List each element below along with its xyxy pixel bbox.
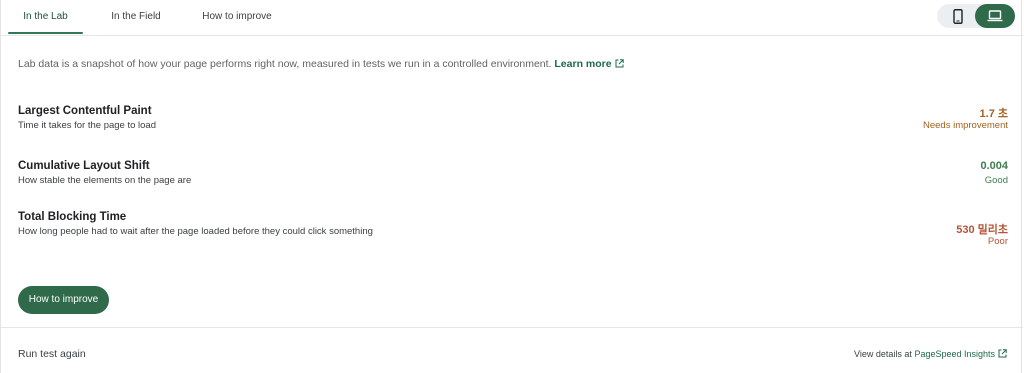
view-details-prefix: View details at	[854, 349, 912, 359]
metric-tbt: Total Blocking Time How long people had …	[18, 211, 1008, 247]
tab-bar: In the Lab In the Field How to improve	[1, 0, 1023, 36]
how-to-improve-button[interactable]: How to improve	[18, 286, 109, 314]
mobile-view-button[interactable]	[939, 4, 977, 28]
metric-title: Cumulative Layout Shift	[18, 160, 150, 172]
metric-description: Time it takes for the page to load	[18, 120, 157, 131]
desktop-view-button[interactable]	[975, 4, 1015, 28]
intro-text: Lab data is a snapshot of how your page …	[18, 58, 552, 70]
smartphone-icon	[953, 8, 963, 24]
external-link-icon	[998, 349, 1007, 358]
metric-title: Largest Contentful Paint	[18, 105, 152, 117]
pagespeed-insights-label: PageSpeed Insights	[914, 349, 995, 359]
active-tab-indicator	[8, 32, 83, 34]
metric-description: How long people had to wait after the pa…	[18, 226, 373, 237]
view-details: View details at PageSpeed Insights	[854, 349, 1007, 359]
metric-cls: Cumulative Layout Shift How stable the e…	[18, 160, 1008, 196]
metric-value: 1.7 초	[979, 108, 1008, 120]
metric-description: How stable the elements on the page are	[18, 175, 192, 186]
metric-lcp: Largest Contentful Paint Time it takes f…	[18, 105, 1008, 141]
pagespeed-insights-link[interactable]: PageSpeed Insights	[914, 349, 1007, 359]
metric-title: Total Blocking Time	[18, 211, 127, 223]
metric-value: 530 밀리초	[956, 224, 1008, 236]
tab-in-the-field[interactable]: In the Field	[97, 0, 175, 36]
lab-data-intro: Lab data is a snapshot of how your page …	[18, 58, 624, 70]
card-footer: Run test again View details at PageSpeed…	[1, 327, 1023, 373]
laptop-icon	[987, 10, 1003, 22]
metric-value: 0.004	[980, 160, 1008, 172]
external-link-icon	[615, 59, 624, 68]
metric-status: Poor	[987, 236, 1008, 247]
lab-data-card: In the Lab In the Field How to improve L…	[0, 0, 1023, 373]
tab-in-the-lab[interactable]: In the Lab	[8, 0, 83, 36]
run-test-again-button[interactable]: Run test again	[18, 348, 86, 360]
learn-more-link[interactable]: Learn more	[554, 58, 624, 70]
device-toggle	[937, 4, 1015, 28]
metric-status: Good	[984, 175, 1008, 186]
metric-status: Needs improvement	[922, 120, 1008, 131]
learn-more-label: Learn more	[554, 58, 612, 70]
tab-how-to-improve[interactable]: How to improve	[191, 0, 283, 36]
